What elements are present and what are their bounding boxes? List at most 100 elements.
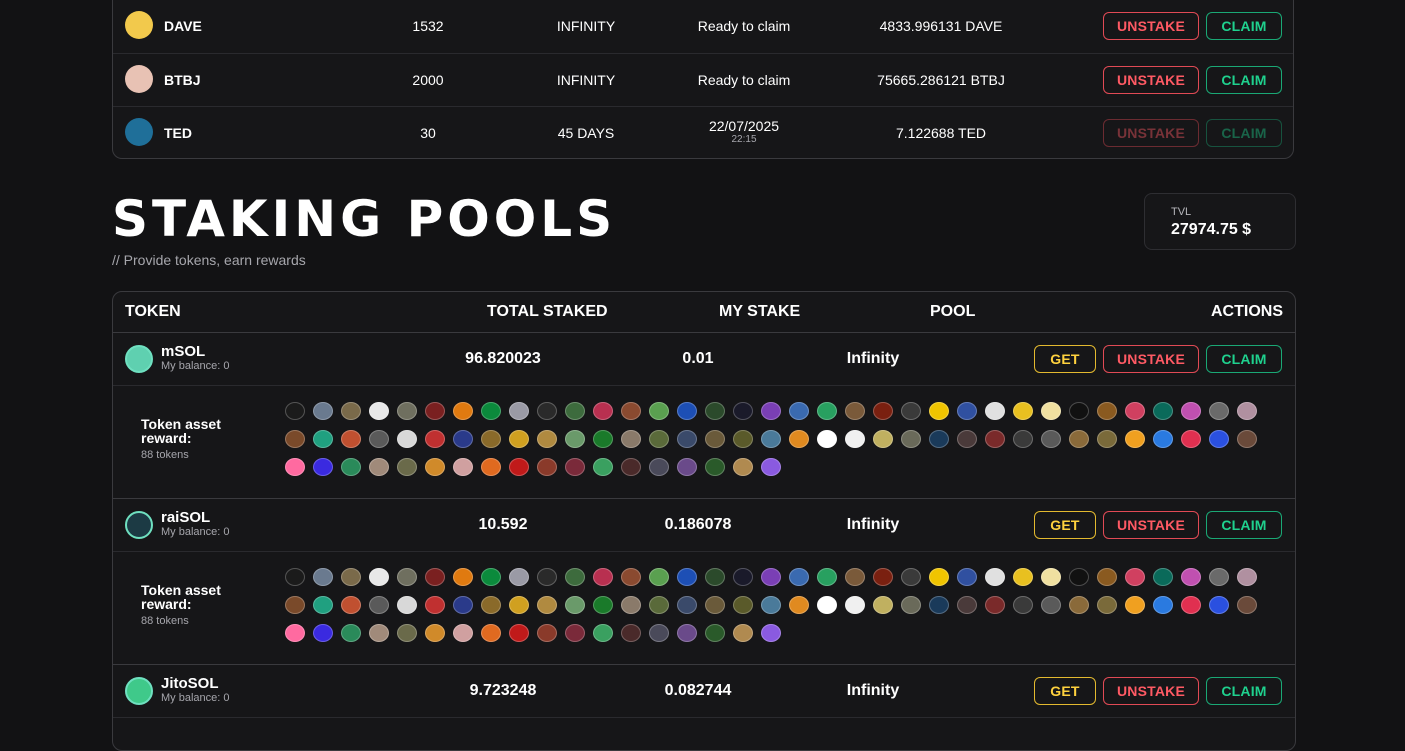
reward-token-icon[interactable] [1209, 402, 1229, 420]
reward-token-icon[interactable] [481, 458, 501, 476]
reward-token-icon[interactable] [425, 458, 445, 476]
reward-token-icon[interactable] [789, 568, 809, 586]
reward-token-icon[interactable] [901, 430, 921, 448]
reward-token-icon[interactable] [369, 596, 389, 614]
reward-token-icon[interactable] [593, 596, 613, 614]
reward-token-icon[interactable] [425, 596, 445, 614]
reward-token-icon[interactable] [369, 430, 389, 448]
reward-token-icon[interactable] [425, 624, 445, 642]
reward-token-icon[interactable] [621, 458, 641, 476]
reward-token-icon[interactable] [873, 402, 893, 420]
get-button[interactable]: GET [1034, 511, 1096, 539]
reward-token-icon[interactable] [397, 402, 417, 420]
reward-token-icon[interactable] [1097, 568, 1117, 586]
reward-token-icon[interactable] [649, 430, 669, 448]
reward-token-icon[interactable] [565, 430, 585, 448]
reward-token-icon[interactable] [677, 568, 697, 586]
reward-token-icon[interactable] [1153, 596, 1173, 614]
reward-token-icon[interactable] [1181, 596, 1201, 614]
reward-token-icon[interactable] [509, 596, 529, 614]
reward-token-icon[interactable] [901, 402, 921, 420]
reward-token-icon[interactable] [565, 458, 585, 476]
reward-token-icon[interactable] [1041, 430, 1061, 448]
reward-token-icon[interactable] [425, 402, 445, 420]
reward-token-icon[interactable] [1097, 402, 1117, 420]
reward-token-icon[interactable] [397, 596, 417, 614]
reward-token-icon[interactable] [509, 624, 529, 642]
reward-token-icon[interactable] [1237, 596, 1257, 614]
reward-token-icon[interactable] [929, 568, 949, 586]
reward-token-icon[interactable] [285, 596, 305, 614]
reward-token-icon[interactable] [1041, 596, 1061, 614]
reward-token-icon[interactable] [733, 624, 753, 642]
reward-token-icon[interactable] [453, 568, 473, 586]
reward-token-icon[interactable] [1153, 568, 1173, 586]
reward-token-icon[interactable] [369, 568, 389, 586]
reward-token-icon[interactable] [481, 596, 501, 614]
reward-token-icon[interactable] [929, 402, 949, 420]
reward-token-icon[interactable] [1209, 568, 1229, 586]
reward-token-icon[interactable] [1209, 430, 1229, 448]
unstake-button[interactable]: UNSTAKE [1103, 119, 1199, 147]
reward-token-icon[interactable] [845, 596, 865, 614]
reward-token-icon[interactable] [1069, 596, 1089, 614]
claim-button[interactable]: CLAIM [1206, 345, 1282, 373]
reward-token-icon[interactable] [817, 596, 837, 614]
reward-token-icon[interactable] [621, 568, 641, 586]
reward-token-icon[interactable] [873, 596, 893, 614]
reward-token-icon[interactable] [425, 430, 445, 448]
reward-token-icon[interactable] [649, 568, 669, 586]
reward-token-icon[interactable] [453, 402, 473, 420]
reward-token-icon[interactable] [649, 458, 669, 476]
reward-token-icon[interactable] [1181, 568, 1201, 586]
reward-token-icon[interactable] [761, 458, 781, 476]
claim-button[interactable]: CLAIM [1206, 12, 1282, 40]
reward-token-icon[interactable] [705, 458, 725, 476]
reward-token-icon[interactable] [677, 430, 697, 448]
reward-token-icon[interactable] [537, 402, 557, 420]
reward-token-icon[interactable] [285, 402, 305, 420]
reward-token-icon[interactable] [1125, 568, 1145, 586]
reward-token-icon[interactable] [733, 596, 753, 614]
reward-token-icon[interactable] [537, 430, 557, 448]
claim-button[interactable]: CLAIM [1206, 677, 1282, 705]
reward-token-icon[interactable] [901, 596, 921, 614]
reward-token-icon[interactable] [509, 568, 529, 586]
reward-token-icon[interactable] [369, 624, 389, 642]
reward-token-icon[interactable] [733, 568, 753, 586]
reward-token-icon[interactable] [481, 624, 501, 642]
reward-token-icon[interactable] [733, 430, 753, 448]
reward-token-icon[interactable] [1125, 402, 1145, 420]
reward-token-icon[interactable] [1069, 430, 1089, 448]
reward-token-icon[interactable] [677, 624, 697, 642]
reward-token-icon[interactable] [705, 402, 725, 420]
reward-token-icon[interactable] [621, 624, 641, 642]
reward-token-icon[interactable] [313, 430, 333, 448]
reward-token-icon[interactable] [593, 458, 613, 476]
reward-token-icon[interactable] [593, 568, 613, 586]
reward-token-icon[interactable] [1013, 430, 1033, 448]
reward-token-icon[interactable] [285, 624, 305, 642]
reward-token-icon[interactable] [677, 458, 697, 476]
reward-token-icon[interactable] [537, 458, 557, 476]
reward-token-icon[interactable] [453, 624, 473, 642]
reward-token-icon[interactable] [929, 596, 949, 614]
reward-token-icon[interactable] [957, 402, 977, 420]
reward-token-icon[interactable] [873, 568, 893, 586]
reward-token-icon[interactable] [481, 430, 501, 448]
reward-token-icon[interactable] [957, 596, 977, 614]
reward-token-icon[interactable] [761, 624, 781, 642]
reward-token-icon[interactable] [901, 568, 921, 586]
reward-token-icon[interactable] [677, 596, 697, 614]
reward-token-icon[interactable] [1209, 596, 1229, 614]
reward-token-icon[interactable] [313, 596, 333, 614]
reward-token-icon[interactable] [649, 624, 669, 642]
reward-token-icon[interactable] [397, 430, 417, 448]
reward-token-icon[interactable] [621, 430, 641, 448]
reward-token-icon[interactable] [733, 402, 753, 420]
reward-token-icon[interactable] [1013, 402, 1033, 420]
reward-token-icon[interactable] [593, 430, 613, 448]
reward-token-icon[interactable] [1125, 430, 1145, 448]
reward-token-icon[interactable] [621, 596, 641, 614]
reward-token-icon[interactable] [873, 430, 893, 448]
